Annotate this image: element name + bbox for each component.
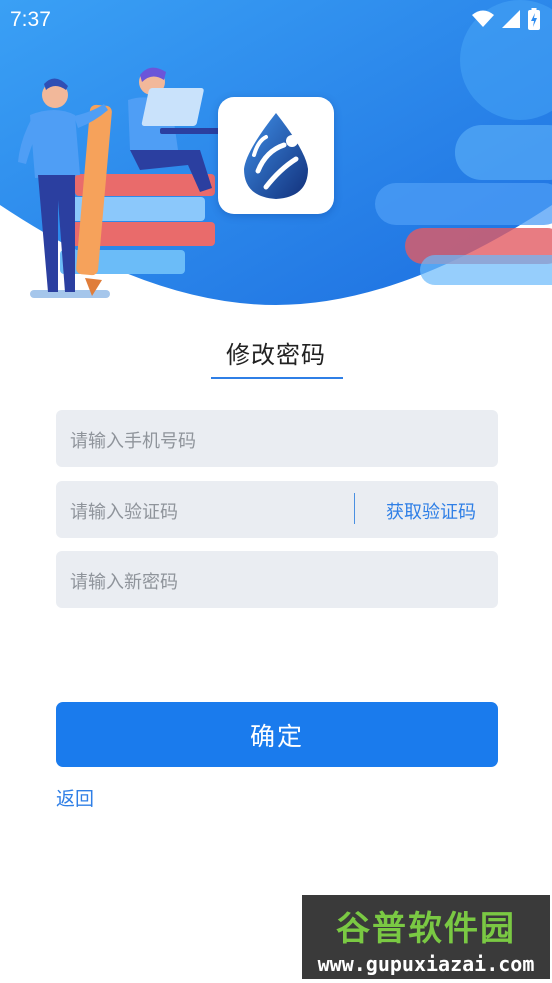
header-banner: 7:37 xyxy=(0,0,552,310)
phone-placeholder: 请输入手机号码 xyxy=(70,431,196,452)
new-password-placeholder: 请输入新密码 xyxy=(70,572,178,593)
battery-icon xyxy=(528,8,540,30)
phone-input[interactable]: 请输入手机号码 xyxy=(56,410,498,467)
confirm-button[interactable]: 确定 xyxy=(56,702,498,767)
watermark-title: 谷普软件园 xyxy=(336,909,516,949)
app-logo xyxy=(218,97,334,214)
page-title: 修改密码 xyxy=(226,341,326,369)
verification-code-input[interactable]: 请输入验证码 获取验证码 xyxy=(56,481,498,538)
get-code-button[interactable]: 获取验证码 xyxy=(386,498,476,524)
status-time: 7:37 xyxy=(10,8,51,31)
signal-icon xyxy=(502,10,520,28)
back-link[interactable]: 返回 xyxy=(56,784,94,811)
watermark: 谷普软件园 www.gupuxiazai.com xyxy=(302,895,550,979)
status-bar: 7:37 xyxy=(0,0,552,38)
app-logo-icon xyxy=(244,112,308,199)
divider xyxy=(354,493,355,524)
watermark-url: www.gupuxiazai.com xyxy=(317,952,535,976)
wifi-icon xyxy=(472,10,494,27)
new-password-input[interactable]: 请输入新密码 xyxy=(56,551,498,608)
code-placeholder: 请输入验证码 xyxy=(70,502,178,523)
status-icons xyxy=(472,8,540,30)
title-underline xyxy=(211,377,343,379)
